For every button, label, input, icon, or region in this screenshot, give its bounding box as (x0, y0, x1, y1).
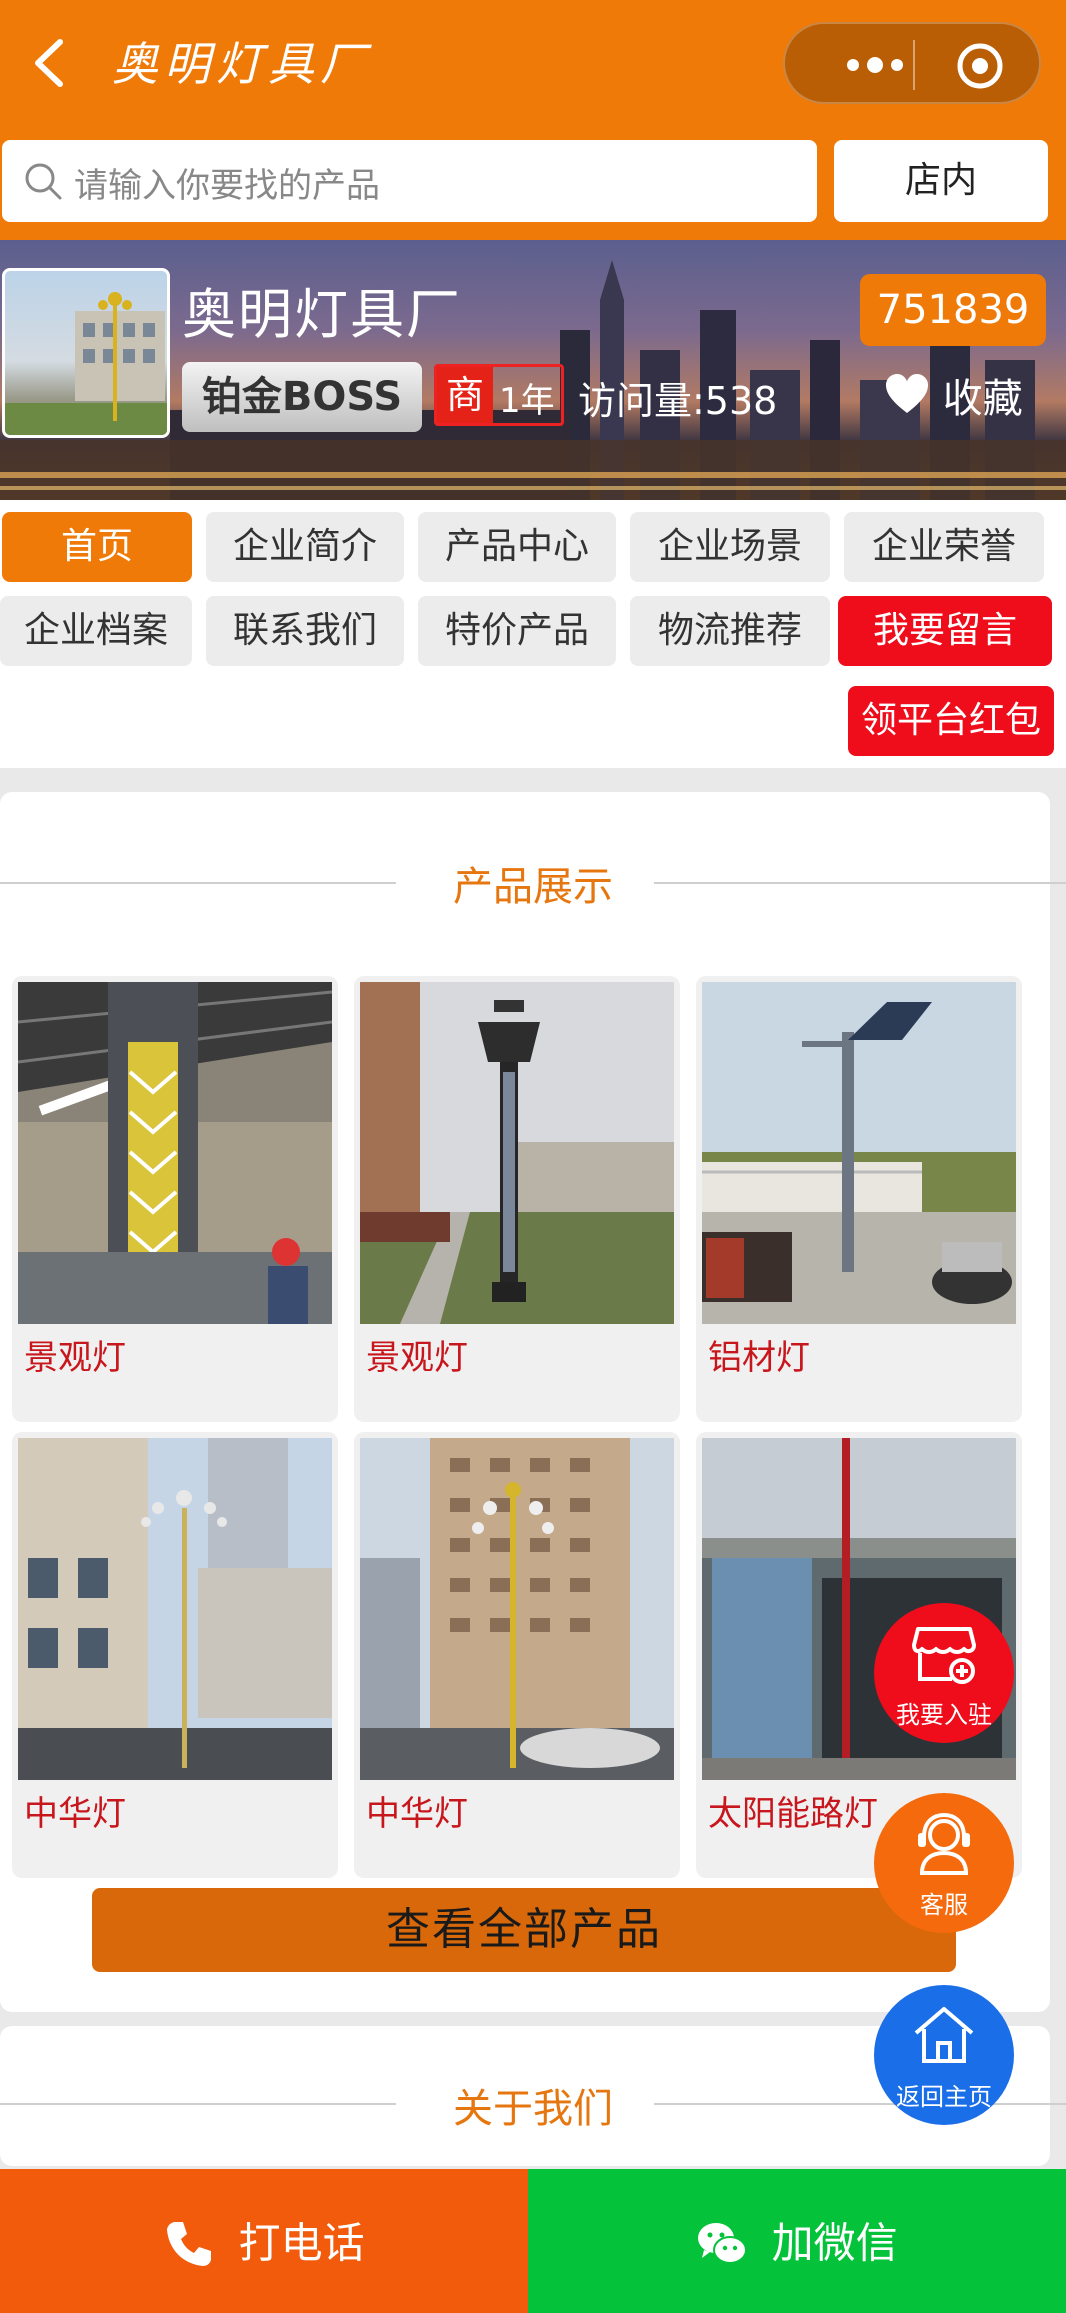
merchant-years-badge: 商 1年 (434, 364, 564, 426)
shop-logo-image (2, 268, 170, 438)
heart-icon (886, 374, 928, 413)
back-home-button[interactable]: 返回主页 (874, 1985, 1014, 2125)
wechat-label: 加微信 (771, 2218, 898, 2268)
call-label: 打电话 (238, 2218, 365, 2268)
view-all-products-button[interactable]: 查看全部产品 (92, 1888, 956, 1972)
product-name: 景观灯 (24, 1338, 126, 1378)
menu-product-center[interactable]: 产品中心 (418, 512, 616, 582)
close-target-icon[interactable] (955, 41, 1005, 91)
menu-leave-message[interactable]: 我要留言 (838, 596, 1052, 666)
product-card[interactable]: 景观灯 (12, 976, 338, 1422)
wechat-button[interactable]: 加微信 (528, 2169, 1066, 2313)
menu-home[interactable]: 首页 (2, 512, 192, 582)
menu-company-honors[interactable]: 企业荣誉 (844, 512, 1044, 582)
merchant-years: 1年 (499, 381, 555, 421)
favorite-button[interactable]: 收藏 (884, 366, 1023, 428)
favorite-label: 收藏 (942, 376, 1023, 422)
customer-service-label: 客服 (920, 1891, 968, 1919)
product-card[interactable]: 中华灯 (12, 1432, 338, 1878)
menu-company-scenes[interactable]: 企业场景 (630, 512, 830, 582)
product-image (360, 982, 674, 1324)
menu-company-profile[interactable]: 企业简介 (206, 512, 404, 582)
headset-icon (918, 1812, 970, 1875)
menu-contact-us[interactable]: 联系我们 (206, 596, 404, 666)
product-card[interactable]: 景观灯 (354, 976, 680, 1422)
call-button[interactable]: 打电话 (0, 2169, 528, 2313)
home-icon (914, 2007, 974, 2063)
join-button[interactable]: 我要入驻 (874, 1603, 1014, 1743)
menu-company-archive[interactable]: 企业档案 (0, 596, 192, 666)
navigation-bar: 奥明灯具厂 (0, 0, 1066, 125)
top-bar: 奥明灯具厂 请输入你要找的产品 店内 (0, 0, 1066, 240)
search-placeholder: 请输入你要找的产品 (74, 166, 380, 206)
store-icon (912, 1627, 976, 1684)
menu-red-packet[interactable]: 领平台红包 (848, 686, 1054, 756)
page-title: 奥明灯具厂 (112, 37, 372, 91)
more-icon[interactable] (825, 44, 925, 86)
product-card[interactable]: 铝材灯 (696, 976, 1022, 1422)
visit-count: 访问量:538 (578, 379, 778, 423)
menu-logistics[interactable]: 物流推荐 (630, 596, 830, 666)
phone-icon (167, 2221, 212, 2266)
product-name: 太阳能路灯 (708, 1794, 878, 1834)
mini-program-capsule (783, 22, 1041, 104)
shop-code-badge: 751839 (860, 274, 1046, 346)
menu-special-products[interactable]: 特价产品 (418, 596, 616, 666)
shop-menu: 首页 企业简介 产品中心 企业场景 企业荣誉 企业档案 联系我们 特价产品 物流… (0, 500, 1066, 768)
capsule-divider (913, 40, 915, 90)
back-home-label: 返回主页 (896, 2083, 992, 2111)
customer-service-button[interactable]: 客服 (874, 1793, 1014, 1933)
search-input[interactable]: 请输入你要找的产品 (2, 140, 817, 222)
product-name: 铝材灯 (708, 1338, 810, 1378)
product-image (18, 1438, 332, 1780)
shop-name: 奥明灯具厂 (182, 283, 462, 346)
product-name: 中华灯 (366, 1794, 468, 1834)
shop-banner: 奥明灯具厂 751839 铂金BOSS 商 1年 访问量:538 收藏 (0, 240, 1066, 500)
product-image (702, 982, 1016, 1324)
bottom-action-bar: 打电话 加微信 (0, 2169, 1066, 2313)
products-section-title: 产品展示 (453, 864, 613, 910)
search-icon (22, 160, 64, 202)
product-name: 景观灯 (366, 1338, 468, 1378)
join-label: 我要入驻 (896, 1701, 992, 1729)
platinum-boss-badge: 铂金BOSS (182, 362, 422, 432)
in-store-search-button[interactable]: 店内 (834, 140, 1048, 222)
merchant-badge-label: 商 (437, 367, 493, 423)
product-image (360, 1438, 674, 1780)
product-image (18, 982, 332, 1324)
product-card[interactable]: 中华灯 (354, 1432, 680, 1878)
product-name: 中华灯 (24, 1794, 126, 1834)
back-icon[interactable] (20, 30, 80, 96)
wechat-icon (698, 2222, 748, 2264)
